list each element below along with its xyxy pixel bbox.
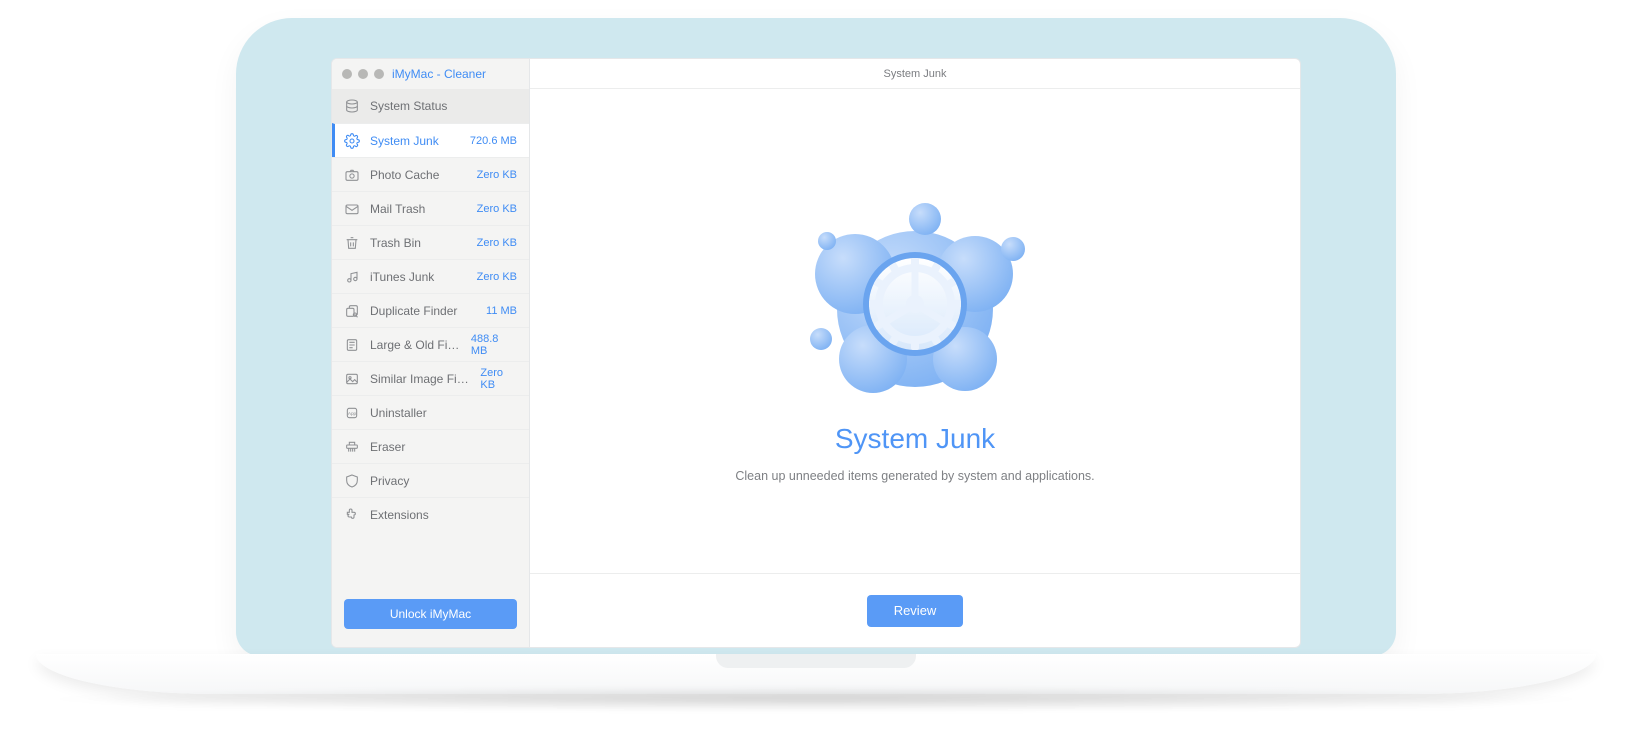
sidebar-item-photo-cache[interactable]: Photo Cache Zero KB bbox=[332, 157, 529, 191]
laptop-frame: iMyMac - Cleaner System Status System Ju… bbox=[208, 18, 1424, 698]
sidebar-item-value: Zero KB bbox=[480, 367, 517, 391]
minimize-dot[interactable] bbox=[358, 69, 368, 79]
shredder-icon bbox=[344, 439, 360, 455]
sidebar-item-privacy[interactable]: Privacy bbox=[332, 463, 529, 497]
sidebar-item-label: Extensions bbox=[370, 508, 507, 522]
sidebar-item-label: Trash Bin bbox=[370, 236, 467, 250]
main-header-title: System Junk bbox=[884, 68, 947, 80]
unlock-button[interactable]: Unlock iMyMac bbox=[344, 599, 517, 629]
files-icon bbox=[344, 337, 360, 353]
main-subtitle: Clean up unneeded items generated by sys… bbox=[735, 469, 1094, 483]
sidebar: iMyMac - Cleaner System Status System Ju… bbox=[332, 59, 530, 647]
sidebar-item-value: 720.6 MB bbox=[470, 135, 517, 147]
sidebar-item-label: Eraser bbox=[370, 440, 507, 454]
app-window: iMyMac - Cleaner System Status System Ju… bbox=[331, 58, 1301, 648]
sidebar-item-value: 11 MB bbox=[486, 305, 517, 317]
sidebar-item-extensions[interactable]: Extensions bbox=[332, 497, 529, 531]
laptop-base bbox=[36, 654, 1596, 694]
sidebar-item-label: Photo Cache bbox=[370, 168, 467, 182]
camera-icon bbox=[344, 167, 360, 183]
main-header: System Junk bbox=[530, 59, 1300, 89]
sidebar-item-trash-bin[interactable]: Trash Bin Zero KB bbox=[332, 225, 529, 259]
disk-icon bbox=[344, 98, 360, 114]
sidebar-item-large-old-files[interactable]: Large & Old Files 488.8 MB bbox=[332, 327, 529, 361]
duplicate-icon bbox=[344, 303, 360, 319]
sidebar-item-itunes-junk[interactable]: iTunes Junk Zero KB bbox=[332, 259, 529, 293]
zoom-dot[interactable] bbox=[374, 69, 384, 79]
sidebar-item-label: Mail Trash bbox=[370, 202, 467, 216]
sidebar-item-system-junk[interactable]: System Junk 720.6 MB bbox=[332, 123, 529, 157]
sidebar-item-mail-trash[interactable]: Mail Trash Zero KB bbox=[332, 191, 529, 225]
main-title: System Junk bbox=[835, 423, 995, 455]
sidebar-item-value: Zero KB bbox=[477, 271, 517, 283]
mail-icon bbox=[344, 201, 360, 217]
sidebar-item-label: iTunes Junk bbox=[370, 270, 467, 284]
unlock-area: Unlock iMyMac bbox=[332, 585, 529, 647]
gear-icon bbox=[344, 133, 360, 149]
sidebar-item-eraser[interactable]: Eraser bbox=[332, 429, 529, 463]
review-button[interactable]: Review bbox=[867, 595, 963, 627]
sidebar-item-label: System Status bbox=[370, 99, 507, 113]
sidebar-item-label: System Junk bbox=[370, 134, 460, 148]
gear-illustration bbox=[765, 179, 1065, 409]
window-titlebar: iMyMac - Cleaner bbox=[332, 59, 529, 89]
sidebar-item-label: Large & Old Files bbox=[370, 338, 461, 352]
sidebar-item-value: Zero KB bbox=[477, 203, 517, 215]
sidebar-spacer bbox=[332, 531, 529, 585]
sidebar-item-value: Zero KB bbox=[477, 237, 517, 249]
sidebar-item-label: Privacy bbox=[370, 474, 507, 488]
shield-icon bbox=[344, 473, 360, 489]
main-panel: System Junk bbox=[530, 59, 1300, 647]
image-icon bbox=[344, 371, 360, 387]
svg-text:App: App bbox=[348, 411, 357, 416]
sidebar-item-similar-image-finder[interactable]: Similar Image Finder Zero KB bbox=[332, 361, 529, 395]
sidebar-item-system-status[interactable]: System Status bbox=[332, 89, 529, 123]
puzzle-icon bbox=[344, 507, 360, 523]
main-footer: Review bbox=[530, 573, 1300, 647]
sidebar-item-value: 488.8 MB bbox=[471, 333, 517, 357]
trash-icon bbox=[344, 235, 360, 251]
sidebar-item-value: Zero KB bbox=[477, 169, 517, 181]
music-icon bbox=[344, 269, 360, 285]
app-icon: App bbox=[344, 405, 360, 421]
sidebar-item-uninstaller[interactable]: App Uninstaller bbox=[332, 395, 529, 429]
sidebar-nav: System Status System Junk 720.6 MB Photo… bbox=[332, 89, 529, 531]
sidebar-item-duplicate-finder[interactable]: Duplicate Finder 11 MB bbox=[332, 293, 529, 327]
traffic-lights bbox=[342, 69, 384, 79]
close-dot[interactable] bbox=[342, 69, 352, 79]
app-title: iMyMac - Cleaner bbox=[392, 67, 486, 81]
main-body: System Junk Clean up unneeded items gene… bbox=[530, 89, 1300, 573]
sidebar-item-label: Uninstaller bbox=[370, 406, 507, 420]
sidebar-item-label: Similar Image Finder bbox=[370, 372, 470, 386]
sidebar-item-label: Duplicate Finder bbox=[370, 304, 476, 318]
